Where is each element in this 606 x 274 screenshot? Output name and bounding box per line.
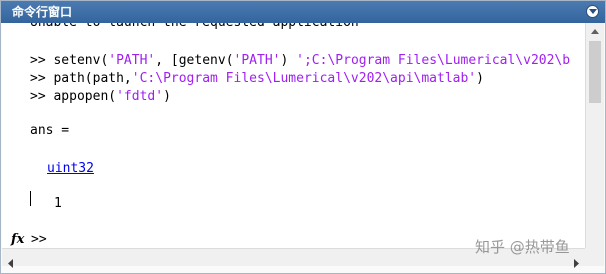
arrow-up-icon[interactable]: [586, 23, 604, 40]
code: ): [280, 53, 297, 68]
scrollbar-corner: [585, 248, 604, 266]
watermark-text: 知乎 @热带鱼: [475, 238, 570, 256]
code: appopen(: [53, 89, 117, 104]
string-literal: 'PATH': [108, 53, 156, 68]
command-line-path: >> path(path,'C:\Program Files\Lumerical…: [30, 71, 484, 87]
code: path(path,: [53, 71, 132, 86]
code: ): [163, 89, 171, 104]
code: ): [476, 71, 484, 86]
prompt-symbol: >>: [30, 53, 54, 68]
prompt-symbol: >>: [30, 71, 54, 86]
vertical-scroll-thumb[interactable]: [589, 41, 601, 103]
command-prompt: >>: [31, 232, 47, 247]
command-line-setenv: >> setenv('PATH', [getenv('PATH') ';C:\P…: [30, 53, 570, 69]
fx-icon[interactable]: fx: [11, 232, 24, 247]
arrow-left-icon[interactable]: [8, 253, 14, 272]
text-cursor: [30, 191, 31, 206]
horizontal-scroll-thumb[interactable]: [20, 252, 90, 263]
command-line-appopen: >> appopen('fdtd'): [30, 89, 171, 105]
string-literal: 'C:\Program Files\Lumerical\v202\api\mat…: [131, 71, 477, 86]
ans-label: ans =: [30, 123, 70, 138]
chevron-down-icon[interactable]: [586, 5, 599, 18]
console-output[interactable]: Unable to launch the requested applicati…: [2, 23, 585, 248]
clipped-output-line: Unable to launch the requested applicati…: [30, 23, 359, 31]
title-bar: 命令行窗口: [1, 1, 605, 23]
code: setenv(: [53, 53, 109, 68]
window-title: 命令行窗口: [12, 5, 73, 19]
ans-value: 1: [54, 196, 62, 211]
string-literal: ';C:\Program Files\Lumerical\v202\b: [296, 53, 571, 68]
string-literal: 'fdtd': [116, 89, 164, 104]
vertical-scrollbar[interactable]: [585, 23, 604, 248]
ans-type-link[interactable]: uint32: [47, 161, 94, 177]
uint32-link[interactable]: uint32: [47, 161, 94, 176]
code: , [getenv(: [155, 53, 234, 68]
prompt-symbol: >>: [30, 89, 54, 104]
string-literal: 'PATH': [233, 53, 281, 68]
command-window: 命令行窗口 Unable to launch the requested app…: [0, 0, 606, 274]
arrow-right-icon[interactable]: [573, 253, 579, 272]
